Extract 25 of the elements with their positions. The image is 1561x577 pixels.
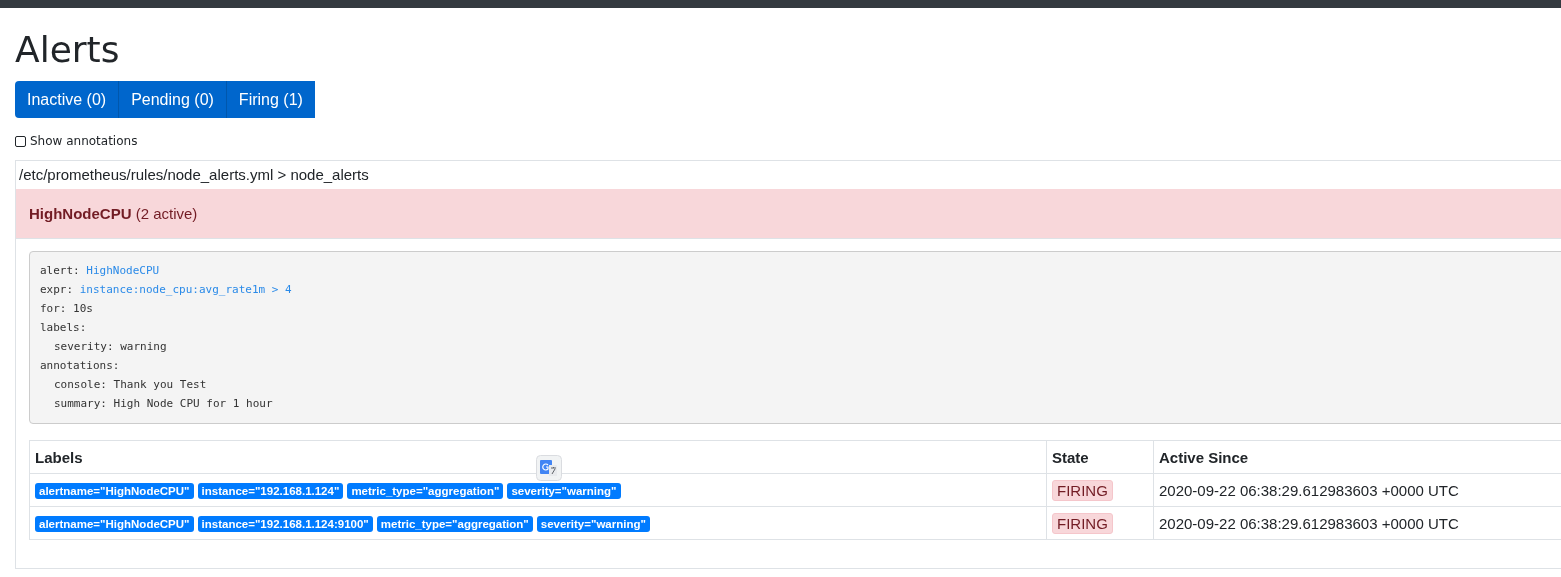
state-badge: FIRING [1052,479,1113,501]
active-since: 2020-09-22 06:38:29.612983603 +0000 UTC [1159,481,1459,499]
filter-tab[interactable]: Firing (1) [226,81,315,118]
label-badge: metric_type="aggregation" [376,516,533,532]
label-badge: instance="192.168.1.124" [197,483,344,499]
label-badge: metric_type="aggregation" [347,483,504,499]
rule-definition: alert: HighNodeCPU expr: instance:node_cpu:avg_rate1m > 4 for: 10s labels: severity: warning annotations: console: Thank you Test summary: High Node CPU for 1 hour [29,251,1561,424]
active-since: 2020-09-22 06:38:29.612983603 +0000 UTC [1159,514,1459,532]
filter-tab[interactable]: Inactive (0) [15,81,120,118]
group-path: /etc/prometheus/rules/node_alerts.yml > node_alerts [18,165,370,185]
column-header: Active Since [1153,440,1561,474]
checkbox[interactable] [15,135,26,147]
label-badge: alertname="HighNodeCPU" [35,483,194,499]
label-badge: instance="192.168.1.124:9100" [197,516,373,532]
checkbox-label: Show annotations [30,134,138,148]
page-title: Alerts [15,28,121,72]
label-badge: severity="warning" [536,516,650,532]
state-badge: FIRING [1052,512,1113,534]
rule-header[interactable]: HighNodeCPU (2 active) [16,189,1561,239]
column-header: State [1046,440,1154,474]
translate-icon[interactable] [536,455,562,481]
label-badge: severity="warning" [507,483,621,499]
filter-tab[interactable]: Pending (0) [119,81,227,118]
label-badge: alertname="HighNodeCPU" [35,516,194,532]
column-header: Labels [29,440,1047,474]
